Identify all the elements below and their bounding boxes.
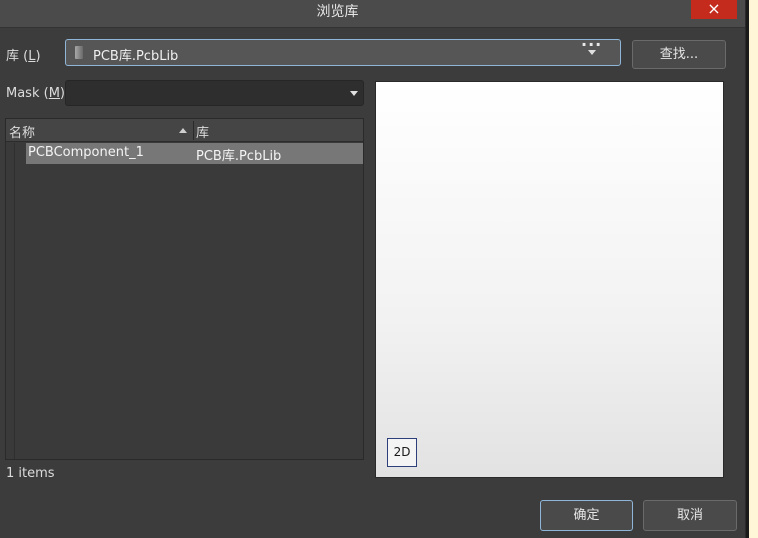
library-label: 库 (L) [6,49,41,64]
view-mode-2d-button[interactable]: 2D [387,438,417,467]
sort-ascending-icon [179,128,187,133]
library-combobox-value: PCB库.PcbLib [93,49,179,64]
component-preview[interactable]: 2D [375,81,724,478]
library-file-icon [75,46,83,59]
more-options-icon[interactable]: ··· [581,35,602,54]
mask-label: Mask (M) [6,86,65,101]
find-button[interactable]: 查找... [632,40,726,69]
window-title: 浏览库 [316,4,359,20]
component-list[interactable]: 名称 库 PCBComponent_1 PCB库.PcbLib [5,118,364,460]
list-header: 名称 库 [6,119,363,142]
cancel-button[interactable]: 取消 [643,500,737,531]
table-row[interactable]: PCBComponent_1 PCB库.PcbLib [26,143,363,164]
title-bar: 浏览库 × [0,0,745,28]
background-window-edge [745,0,758,538]
close-icon: × [707,0,721,18]
ok-button[interactable]: 确定 [540,500,633,531]
item-count-status: 1 items [6,466,55,481]
column-divider[interactable] [193,121,194,140]
tree-indent-line [14,143,15,459]
row-library-cell: PCB库.PcbLib [196,149,282,164]
dropdown-arrow-icon[interactable] [350,91,358,96]
mask-combobox[interactable] [65,80,364,106]
library-combobox[interactable]: PCB库.PcbLib [65,39,621,66]
column-header-library[interactable]: 库 [196,122,209,141]
column-header-name[interactable]: 名称 [9,122,35,141]
close-button[interactable]: × [691,0,737,19]
row-name-cell: PCBComponent_1 [28,145,144,160]
